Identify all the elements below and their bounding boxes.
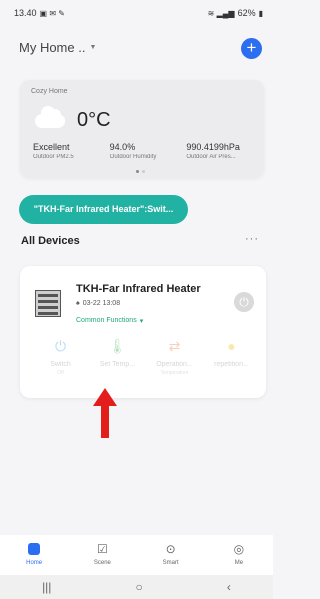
function-operation[interactable]: ⇄ Operation... Temperature [146, 338, 203, 376]
tab-smart[interactable]: ⊙ Smart [137, 535, 205, 575]
common-functions-toggle[interactable]: Common Functions ▾ [76, 317, 143, 325]
cloud-icon [35, 106, 65, 128]
caret-down-icon: ▾ [139, 318, 144, 325]
function-label: Set Temp... [99, 361, 136, 368]
weather-home-label: Cozy Home [31, 88, 68, 95]
power-button[interactable]: ⏻ [234, 292, 254, 312]
function-value: Temperature [160, 370, 189, 376]
red-arrow-annotation [93, 388, 117, 438]
function-value: Off [57, 370, 64, 376]
function-set-temp[interactable]: 🌡 Set Temp... [89, 338, 146, 376]
bottom-tab-bar: Home ☑ Scene ⊙ Smart ◎ Me [0, 535, 273, 575]
stat-pm25: Excellent Outdoor PM2.5 [33, 142, 110, 160]
section-title: All Devices [21, 235, 80, 247]
add-button[interactable]: + [241, 38, 262, 59]
common-functions-label: Common Functions [76, 317, 137, 324]
stat-pressure: 990.4199hPa Outdoor Air Pres... [186, 142, 263, 160]
smart-icon: ⊙ [165, 542, 176, 556]
tab-label: Home [26, 560, 43, 566]
sun-icon: ● [227, 338, 236, 354]
weather-stats: Excellent Outdoor PM2.5 94.0% Outdoor Hu… [33, 142, 263, 160]
thermometer-icon: 🌡 [108, 338, 127, 354]
function-label: Operation... [156, 361, 193, 368]
function-label: Switch [50, 361, 71, 368]
battery-level: 62% [237, 8, 256, 18]
tab-label: Scene [93, 560, 111, 566]
stat-label: Outdoor PM2.5 [33, 154, 74, 160]
home-name: My Home .. [19, 40, 86, 55]
swap-icon: ⇄ [168, 338, 181, 354]
device-card[interactable]: TKH-Far Infrared Heater ♠ 03-22 13:08 Co… [20, 266, 266, 398]
device-name: TKH-Far Infrared Heater [76, 283, 201, 295]
stat-label: Outdoor Air Pres... [186, 154, 236, 160]
notification-icons: ▣ ✉ ✎ [39, 8, 65, 18]
status-time: 13.40 [14, 8, 37, 18]
signal-icons: ≋ ▂▄▆ [207, 8, 235, 18]
caret-down-icon: ▼ [89, 44, 97, 51]
tab-me[interactable]: ◎ Me [205, 535, 273, 575]
device-date-row: ♠ 03-22 13:08 [76, 300, 120, 307]
stat-label: Outdoor Humidity [109, 154, 157, 160]
battery-icon: ▮ [258, 8, 263, 18]
scene-icon: ☑ [96, 542, 108, 556]
stat-value: 990.4199hPa [186, 142, 240, 152]
arrow-shape [93, 388, 117, 438]
power-icon: ⏻ [54, 338, 67, 354]
function-repetition[interactable]: ● repetition... [203, 338, 260, 376]
stat-value: 94.0% [109, 142, 136, 152]
tab-scene[interactable]: ☑ Scene [68, 535, 136, 575]
back-icon[interactable]: ‹ [227, 580, 231, 594]
home-icon [28, 543, 41, 555]
flame-icon: ♠ [76, 300, 80, 307]
me-icon: ◎ [233, 542, 245, 556]
header: My Home .. ▼ + [0, 34, 273, 64]
pager-dots [136, 170, 145, 173]
scene-shortcut-button[interactable]: "TKH-Far Infrared Heater":Swit... [19, 195, 188, 224]
tab-home[interactable]: Home [0, 535, 68, 575]
home-nav-icon[interactable]: ○ [136, 580, 143, 594]
function-row: ⏻ Switch Off 🌡 Set Temp... ⇄ Operation..… [32, 338, 262, 376]
device-date: 03-22 13:08 [82, 300, 121, 307]
recents-icon[interactable]: ||| [42, 580, 51, 594]
stat-humidity: 94.0% Outdoor Humidity [110, 142, 187, 160]
temperature: 0°C [77, 109, 111, 131]
function-label: repetition... [214, 361, 249, 368]
status-bar: 13.40 ▣ ✉ ✎ ≋ ▂▄▆ 62% ▮ [0, 0, 273, 26]
heater-image [35, 290, 61, 317]
more-icon[interactable]: ··· [245, 233, 259, 245]
tab-label: Smart [162, 560, 179, 566]
weather-card[interactable]: Cozy Home 0°C Excellent Outdoor PM2.5 94… [20, 80, 264, 178]
function-switch[interactable]: ⏻ Switch Off [32, 338, 89, 376]
system-nav-bar: ||| ○ ‹ [0, 575, 273, 599]
tab-label: Me [234, 560, 244, 566]
home-selector[interactable]: My Home .. ▼ [19, 40, 96, 55]
stat-value: Excellent [33, 142, 70, 152]
